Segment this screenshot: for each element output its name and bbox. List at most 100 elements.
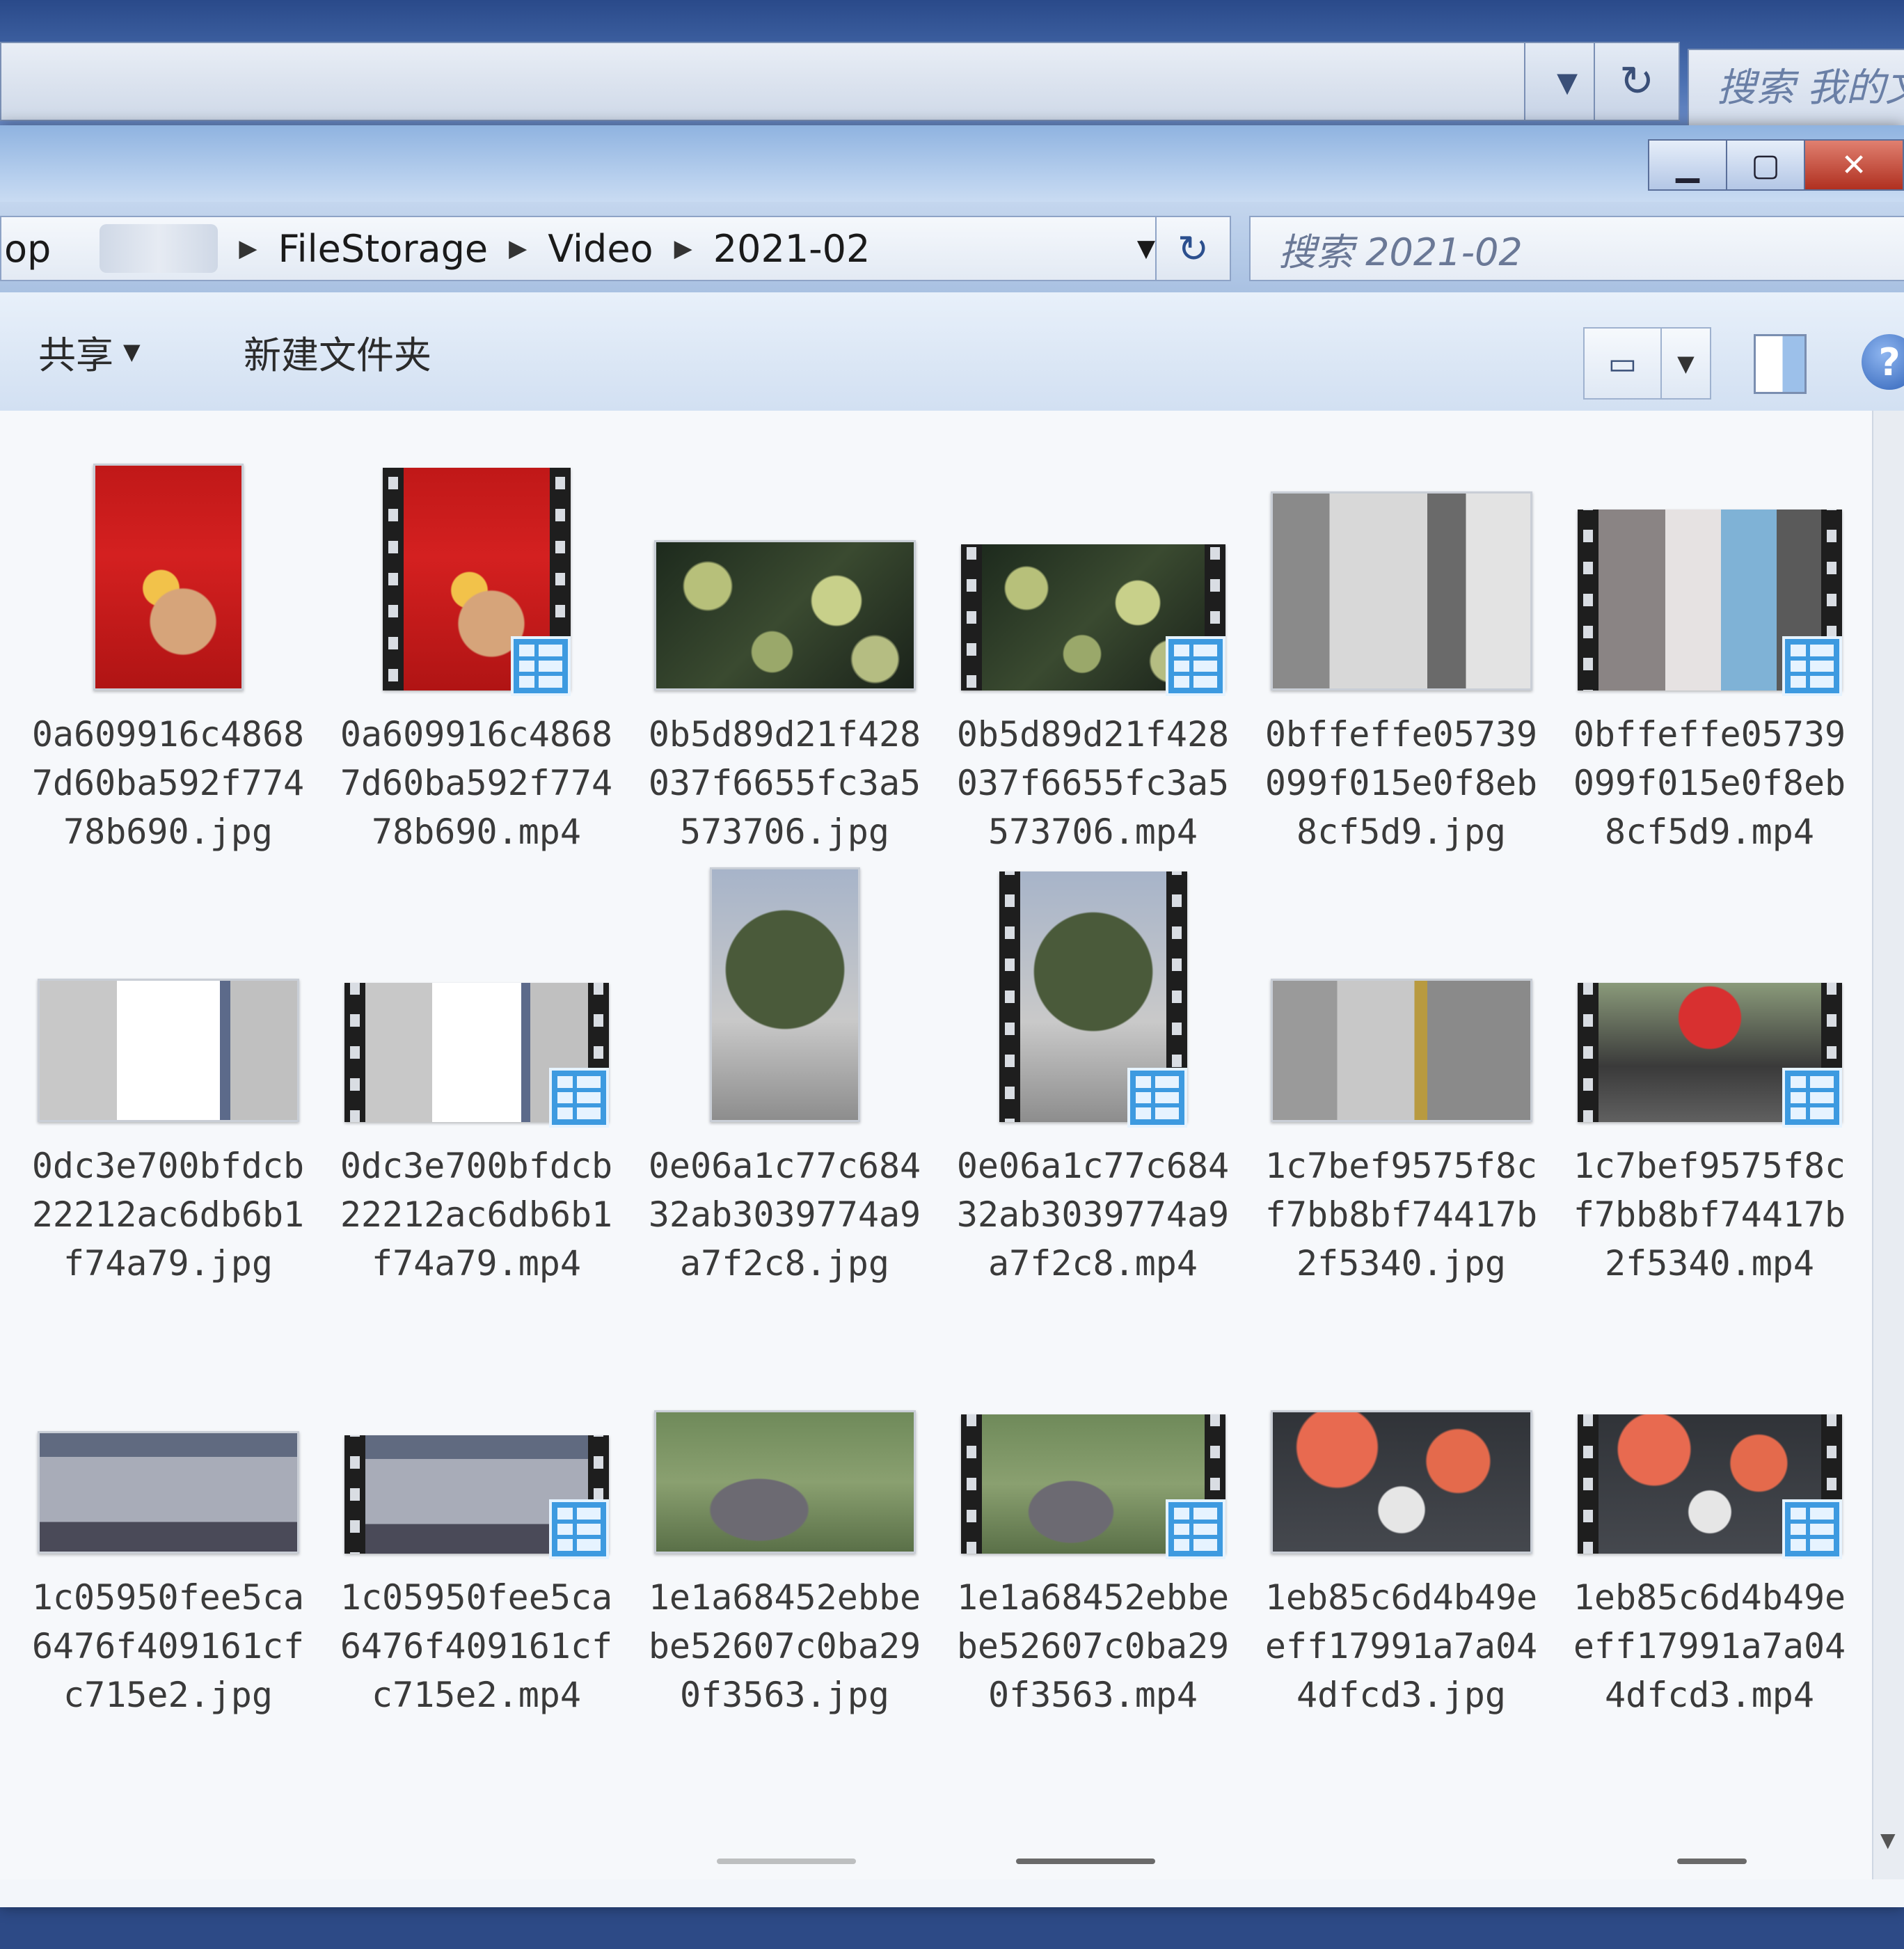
image-file-item[interactable]: 0b5d89d21f428037f6655fc3a5573706.jpg bbox=[630, 425, 939, 856]
file-name: 0b5d89d21f428037f6655fc3a5573706.jpg bbox=[648, 714, 921, 852]
breadcrumb-item-2021-02[interactable]: 2021-02 bbox=[713, 227, 871, 271]
image-thumbnail[interactable] bbox=[1270, 979, 1532, 1122]
chevron-down-icon[interactable]: ▼ bbox=[1662, 329, 1710, 398]
image-file-item[interactable]: 1c05950fee5ca6476f409161cfc715e2.jpg bbox=[14, 1288, 322, 1719]
video-file-item[interactable]: 0bffeffe05739099f015e0f8eb8cf5d9.mp4 bbox=[1555, 425, 1864, 856]
chevron-down-icon: ▼ bbox=[123, 338, 141, 365]
vertical-scrollbar[interactable]: ▼ bbox=[1872, 411, 1904, 1879]
explorer-window: ▁ ▢ ✕ op ▶ FileStorage ▶ Video ▶ 2021-02… bbox=[0, 125, 1904, 1907]
image-thumbnail[interactable] bbox=[1270, 1410, 1532, 1554]
image-thumbnail[interactable] bbox=[709, 867, 860, 1122]
minimize-button[interactable]: ▁ bbox=[1648, 139, 1727, 191]
thumbnail-area bbox=[322, 856, 630, 1128]
help-icon[interactable]: ? bbox=[1862, 334, 1904, 390]
image-file-item[interactable]: 0dc3e700bfdcb22212ac6db6b1f74a79.jpg bbox=[14, 856, 322, 1288]
video-badge-icon bbox=[1782, 1499, 1842, 1559]
maximize-button[interactable]: ▢ bbox=[1726, 139, 1805, 191]
thumbnail-area bbox=[1247, 856, 1555, 1122]
caption-buttons: ▁ ▢ ✕ bbox=[1648, 139, 1904, 191]
thumbnail-image bbox=[39, 1433, 297, 1552]
thumbnail-image bbox=[39, 981, 297, 1120]
file-name: 1e1a68452ebbebe52607c0ba290f3563.jpg bbox=[648, 1577, 921, 1715]
thumbnail-image bbox=[1272, 494, 1530, 688]
video-file-item[interactable]: 0e06a1c77c68432ab3039774a9a7f2c8.mp4 bbox=[939, 856, 1247, 1288]
thumbnail-area bbox=[1247, 425, 1555, 691]
file-name: 1c05950fee5ca6476f409161cfc715e2.jpg bbox=[31, 1577, 305, 1715]
breadcrumb-item-filestorage[interactable]: FileStorage bbox=[278, 227, 488, 271]
image-file-item[interactable]: 0e06a1c77c68432ab3039774a9a7f2c8.jpg bbox=[630, 856, 939, 1288]
video-badge-icon bbox=[1782, 636, 1842, 696]
video-file-item[interactable]: 1c7bef9575f8cf7bb8bf74417b2f5340.mp4 bbox=[1555, 856, 1864, 1288]
image-file-item[interactable]: 0a609916c48687d60ba592f77478b690.jpg bbox=[14, 425, 322, 856]
file-grid: 0a609916c48687d60ba592f77478b690.jpg 0a60… bbox=[14, 425, 1865, 1719]
thumbnail-area bbox=[322, 1288, 630, 1559]
image-file-item[interactable]: 1c7bef9575f8cf7bb8bf74417b2f5340.jpg bbox=[1247, 856, 1555, 1288]
background-search-input[interactable]: 搜索 我的文 bbox=[1688, 49, 1904, 128]
thumbnail-area bbox=[14, 1288, 322, 1554]
file-name: 0a609916c48687d60ba592f77478b690.mp4 bbox=[340, 714, 613, 852]
image-thumbnail[interactable] bbox=[37, 1431, 299, 1554]
video-badge-icon bbox=[1165, 636, 1225, 696]
thumbnail-area bbox=[14, 425, 322, 691]
title-bar: ▁ ▢ ✕ bbox=[0, 125, 1904, 202]
file-name: 0b5d89d21f428037f6655fc3a5573706.mp4 bbox=[956, 714, 1230, 852]
thumbnail-image bbox=[656, 1412, 914, 1552]
thumbnail-area bbox=[630, 1288, 939, 1554]
thumbnail-image bbox=[95, 466, 241, 688]
thumbnail-area bbox=[939, 856, 1247, 1128]
video-badge-icon bbox=[1782, 1068, 1842, 1128]
file-list-area: 0a609916c48687d60ba592f77478b690.jpg 0a60… bbox=[0, 411, 1872, 1879]
image-file-item[interactable]: 0bffeffe05739099f015e0f8eb8cf5d9.jpg bbox=[1247, 425, 1555, 856]
thumbnail-area bbox=[1555, 856, 1864, 1128]
thumbnail-area bbox=[630, 856, 939, 1122]
share-button[interactable]: 共享 ▼ bbox=[38, 292, 141, 411]
view-icon[interactable]: ▭ bbox=[1585, 329, 1662, 398]
thumbnail-image bbox=[1272, 981, 1530, 1120]
search-input[interactable]: 搜索 2021-02 bbox=[1249, 216, 1904, 281]
thumbnail-area bbox=[1555, 1288, 1864, 1559]
video-file-item[interactable]: 1e1a68452ebbebe52607c0ba290f3563.mp4 bbox=[939, 1288, 1247, 1719]
breadcrumb-arrow-icon[interactable]: ▶ bbox=[509, 235, 527, 262]
preview-pane-icon[interactable] bbox=[1754, 334, 1807, 394]
scroll-down-icon[interactable]: ▼ bbox=[1880, 1829, 1896, 1852]
background-address-bar[interactable] bbox=[0, 42, 1596, 121]
close-button[interactable]: ✕ bbox=[1804, 139, 1904, 191]
image-thumbnail[interactable] bbox=[1270, 491, 1532, 691]
breadcrumb-item-video[interactable]: Video bbox=[548, 227, 653, 271]
video-file-item[interactable]: 1eb85c6d4b49eeff17991a7a044dfcd3.mp4 bbox=[1555, 1288, 1864, 1719]
file-name: 0bffeffe05739099f015e0f8eb8cf5d9.mp4 bbox=[1573, 714, 1846, 852]
file-name: 0a609916c48687d60ba592f77478b690.jpg bbox=[31, 714, 305, 852]
background-refresh-icon[interactable]: ↻ bbox=[1594, 42, 1680, 121]
thumbnail-image bbox=[711, 869, 858, 1120]
image-file-item[interactable]: 1eb85c6d4b49eeff17991a7a044dfcd3.jpg bbox=[1247, 1288, 1555, 1719]
breadcrumb-fragment: op bbox=[4, 226, 51, 271]
breadcrumb-arrow-icon[interactable]: ▶ bbox=[239, 235, 257, 262]
partial-row-marks bbox=[717, 1859, 1761, 1865]
image-thumbnail[interactable] bbox=[93, 464, 244, 691]
video-file-item[interactable]: 0dc3e700bfdcb22212ac6db6b1f74a79.mp4 bbox=[322, 856, 630, 1288]
change-view-button[interactable]: ▭ ▼ bbox=[1583, 327, 1711, 400]
image-file-item[interactable]: 1e1a68452ebbebe52607c0ba290f3563.jpg bbox=[630, 1288, 939, 1719]
breadcrumb-arrow-icon[interactable]: ▶ bbox=[674, 235, 692, 262]
image-thumbnail[interactable] bbox=[37, 979, 299, 1122]
file-name: 1e1a68452ebbebe52607c0ba290f3563.mp4 bbox=[956, 1577, 1230, 1715]
video-file-item[interactable]: 1c05950fee5ca6476f409161cfc715e2.mp4 bbox=[322, 1288, 630, 1719]
breadcrumb[interactable]: op ▶ FileStorage ▶ Video ▶ 2021-02 ▼ bbox=[0, 216, 1172, 281]
thumbnail-area bbox=[1247, 1288, 1555, 1554]
file-name: 0bffeffe05739099f015e0f8eb8cf5d9.jpg bbox=[1264, 714, 1538, 852]
thumbnail-image bbox=[1272, 1412, 1530, 1552]
video-badge-icon bbox=[548, 1499, 609, 1559]
thumbnail-image bbox=[656, 542, 914, 688]
image-thumbnail[interactable] bbox=[653, 1410, 916, 1554]
image-thumbnail[interactable] bbox=[653, 540, 916, 691]
command-bar: 共享 ▼ 新建文件夹 ▭ ▼ ? bbox=[0, 292, 1904, 412]
file-name: 0e06a1c77c68432ab3039774a9a7f2c8.mp4 bbox=[956, 1146, 1230, 1284]
file-name: 0dc3e700bfdcb22212ac6db6b1f74a79.jpg bbox=[31, 1146, 305, 1284]
video-file-item[interactable]: 0b5d89d21f428037f6655fc3a5573706.mp4 bbox=[939, 425, 1247, 856]
new-folder-button[interactable]: 新建文件夹 bbox=[244, 292, 431, 411]
file-name: 1eb85c6d4b49eeff17991a7a044dfcd3.mp4 bbox=[1573, 1577, 1846, 1715]
file-name: 1c7bef9575f8cf7bb8bf74417b2f5340.jpg bbox=[1264, 1146, 1538, 1284]
file-name: 0e06a1c77c68432ab3039774a9a7f2c8.jpg bbox=[648, 1146, 921, 1284]
refresh-icon[interactable]: ↻ bbox=[1155, 216, 1231, 281]
video-file-item[interactable]: 0a609916c48687d60ba592f77478b690.mp4 bbox=[322, 425, 630, 856]
